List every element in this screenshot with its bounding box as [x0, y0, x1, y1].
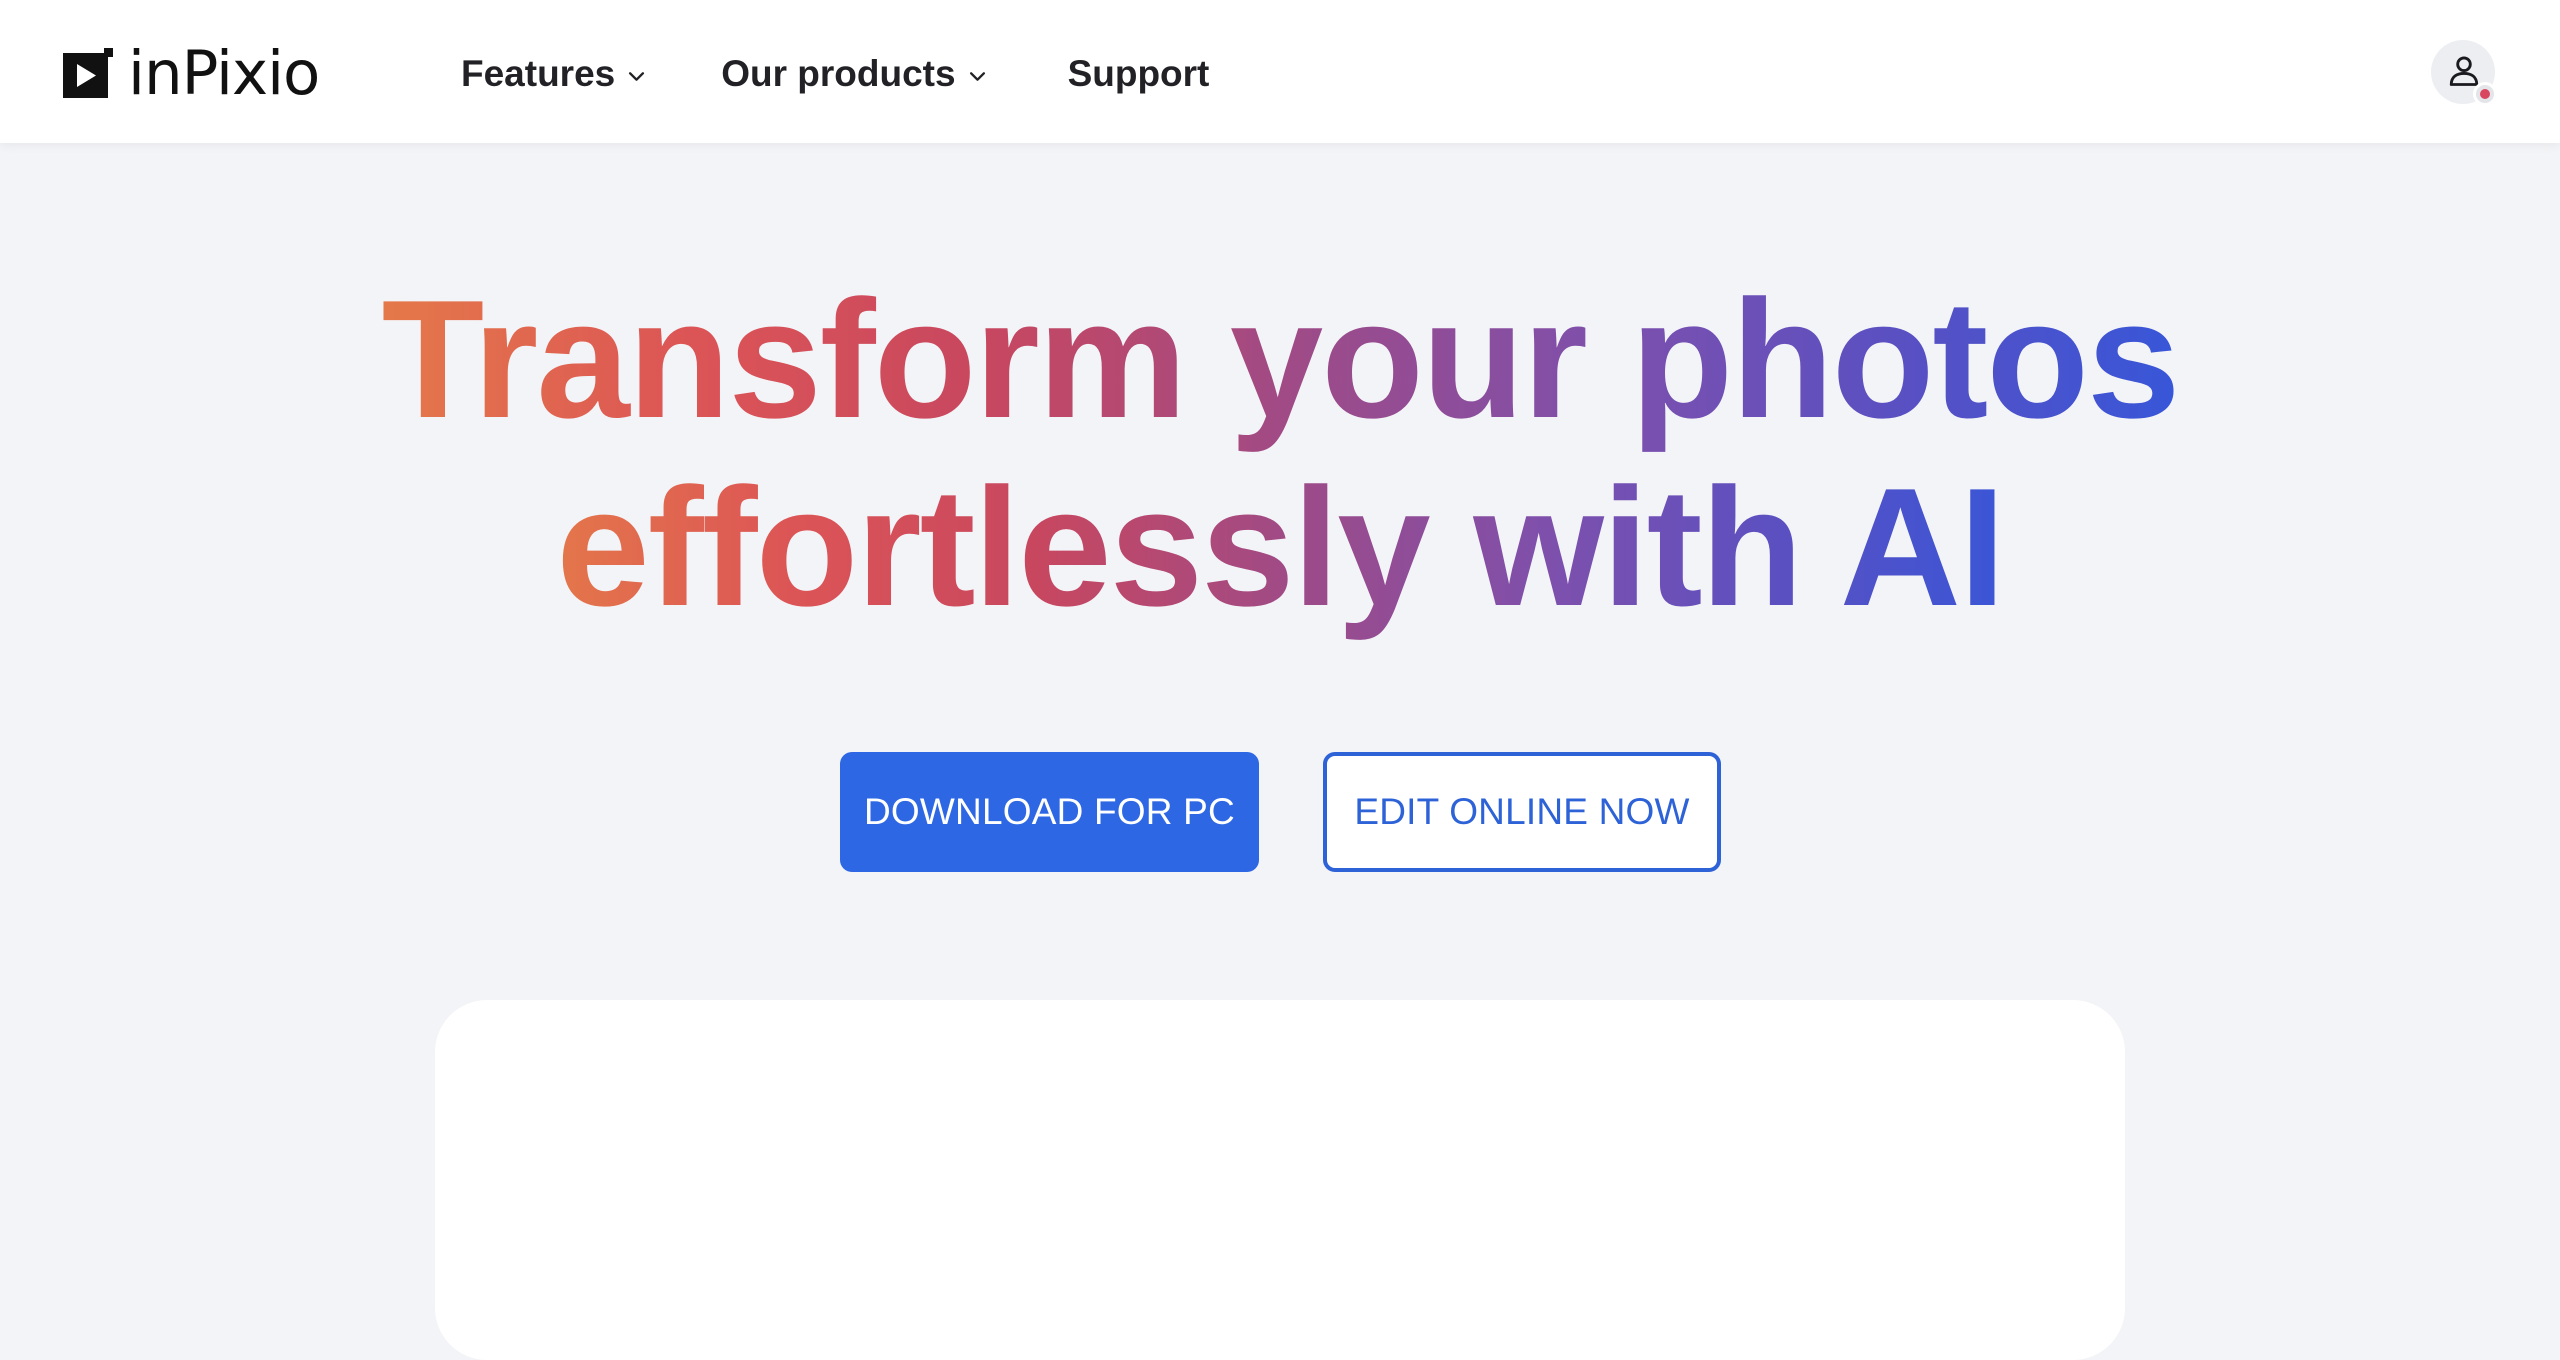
- headline-line-1: Transform your photos: [354, 272, 2206, 460]
- hero-headline: Transform your photos effortlessly with …: [0, 272, 2560, 648]
- chevron-down-icon: [969, 72, 985, 81]
- edit-online-now-button[interactable]: EDIT ONLINE NOW: [1323, 752, 1721, 872]
- nav-item-label: Our products: [721, 53, 956, 94]
- headline-line-2: effortlessly with AI: [514, 460, 2046, 648]
- play-icon: [63, 48, 113, 98]
- site-header: inPixio Features Our products Support: [0, 0, 2560, 143]
- nav-item-support[interactable]: Support: [1068, 53, 1210, 95]
- nav-item-our-products[interactable]: Our products: [721, 53, 985, 95]
- nav-item-label: Support: [1067, 53, 1210, 94]
- cta-row: DOWNLOAD FOR PC EDIT ONLINE NOW: [840, 752, 1721, 872]
- nav-item-features[interactable]: Features: [461, 53, 645, 95]
- status-dot: [2473, 82, 2497, 106]
- preview-card: [435, 1000, 2125, 1360]
- account-button[interactable]: [2431, 40, 2497, 106]
- inpixio-logo[interactable]: inPixio: [63, 37, 320, 109]
- chevron-down-icon: [629, 72, 645, 81]
- download-for-pc-button[interactable]: DOWNLOAD FOR PC: [840, 752, 1259, 872]
- nav-item-label: Features: [461, 53, 616, 94]
- main-nav: Features Our products Support: [461, 44, 1209, 104]
- brand-name: inPixio: [128, 37, 320, 109]
